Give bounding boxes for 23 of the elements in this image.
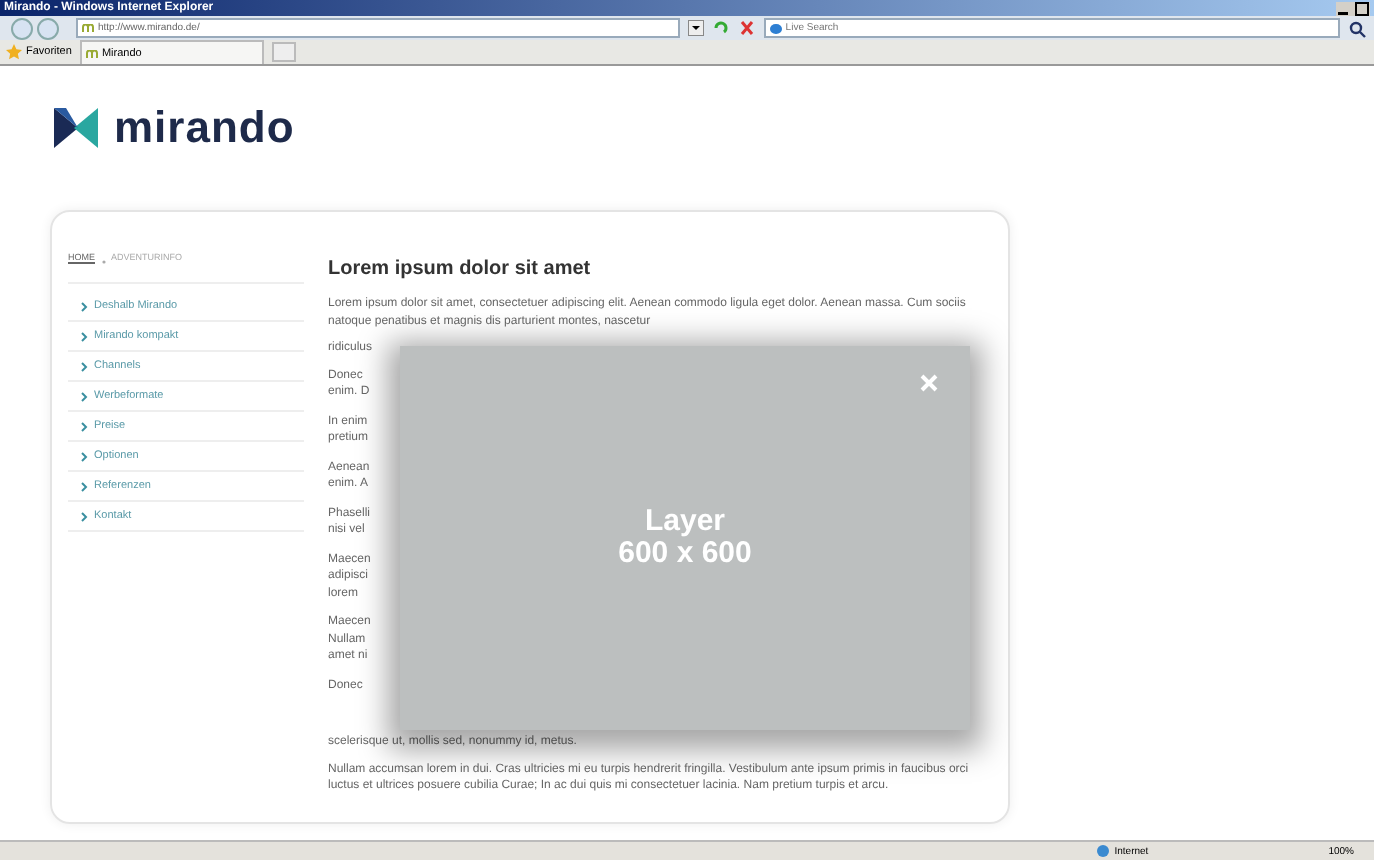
chevron-icon xyxy=(80,331,88,341)
stop-icon[interactable] xyxy=(738,20,756,36)
maximize-icon[interactable] xyxy=(1354,1,1370,15)
dropdown-icon[interactable] xyxy=(688,20,704,36)
chevron-icon xyxy=(80,301,88,311)
layer-size-label: 600 x 600 xyxy=(618,538,752,570)
site-logo-icon xyxy=(82,24,94,32)
chevron-icon xyxy=(80,421,88,431)
chevron-icon xyxy=(80,391,88,401)
search-icon[interactable] xyxy=(1348,19,1366,37)
star-icon xyxy=(6,44,22,60)
chevron-icon xyxy=(80,481,88,491)
chevron-icon xyxy=(80,451,88,461)
separator-dot-icon xyxy=(101,260,105,264)
layer-title: Layer xyxy=(644,506,726,538)
site-logo-icon xyxy=(85,49,98,57)
search-provider-icon xyxy=(770,23,782,33)
chevron-icon xyxy=(80,361,88,371)
logo-text: mirando xyxy=(114,102,295,154)
logo-icon xyxy=(54,108,98,148)
article-heading: Lorem ipsum dolor sit amet xyxy=(328,258,593,280)
chevron-icon xyxy=(80,511,88,521)
refresh-icon[interactable] xyxy=(712,20,730,36)
